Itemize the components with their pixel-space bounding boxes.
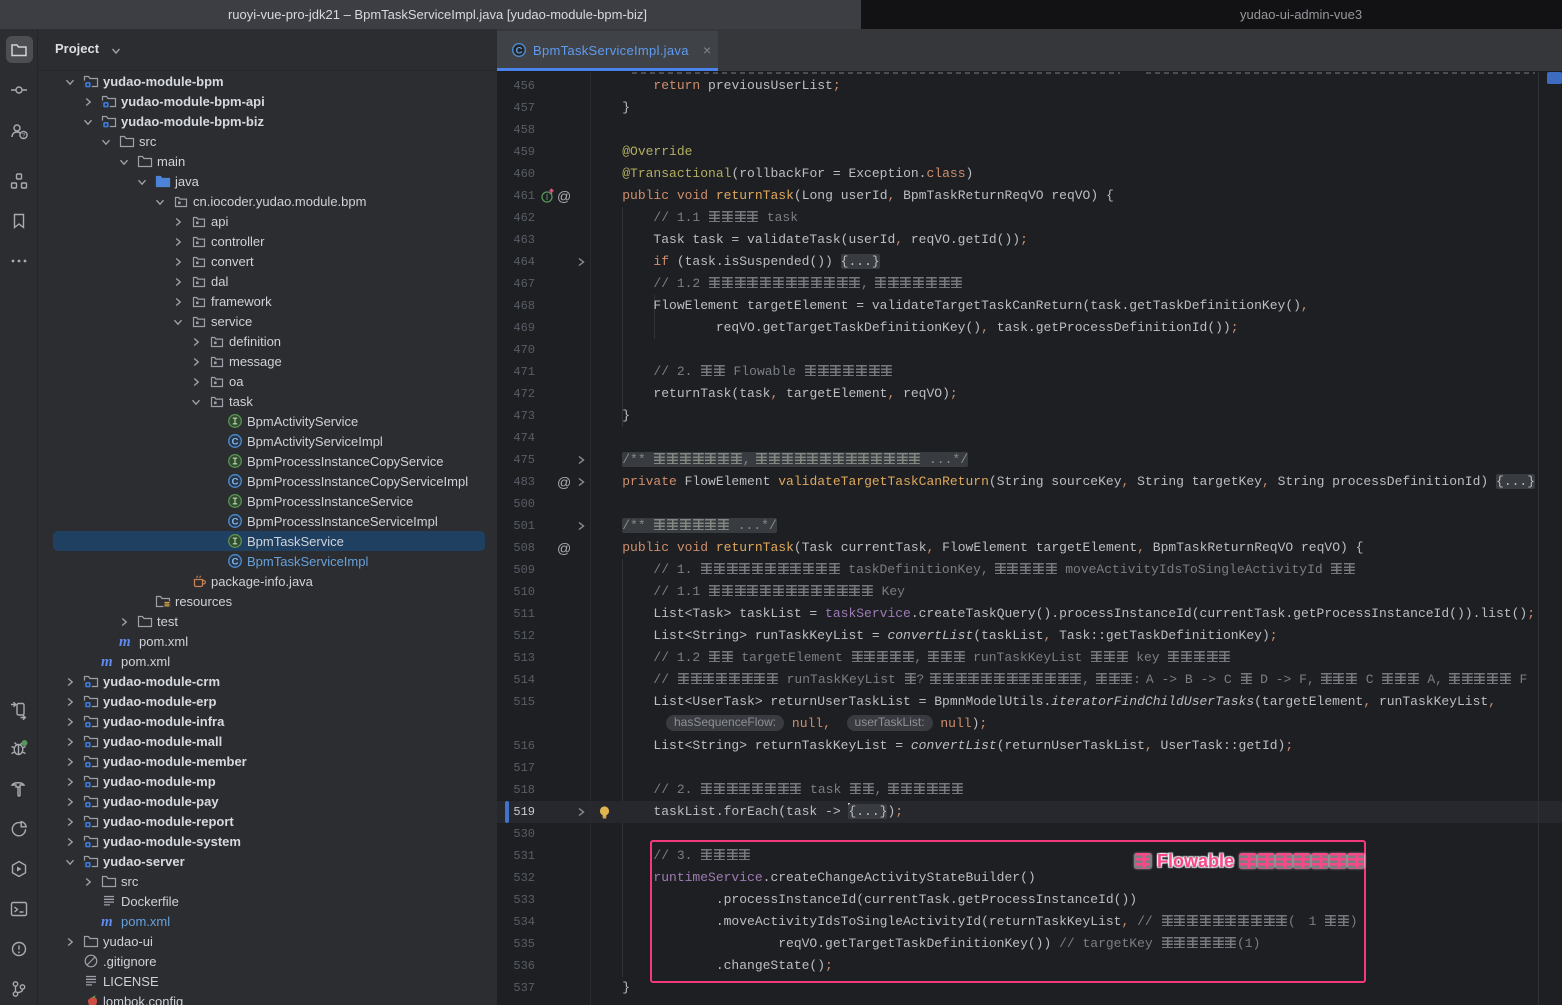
svg-text:C: C — [232, 556, 239, 567]
svg-text:C: C — [232, 516, 239, 527]
svg-text:C: C — [232, 476, 239, 487]
svg-text:C: C — [232, 436, 239, 447]
svg-text:I: I — [546, 193, 548, 202]
svg-text:?: ? — [22, 133, 26, 140]
svg-text:C: C — [516, 46, 523, 57]
